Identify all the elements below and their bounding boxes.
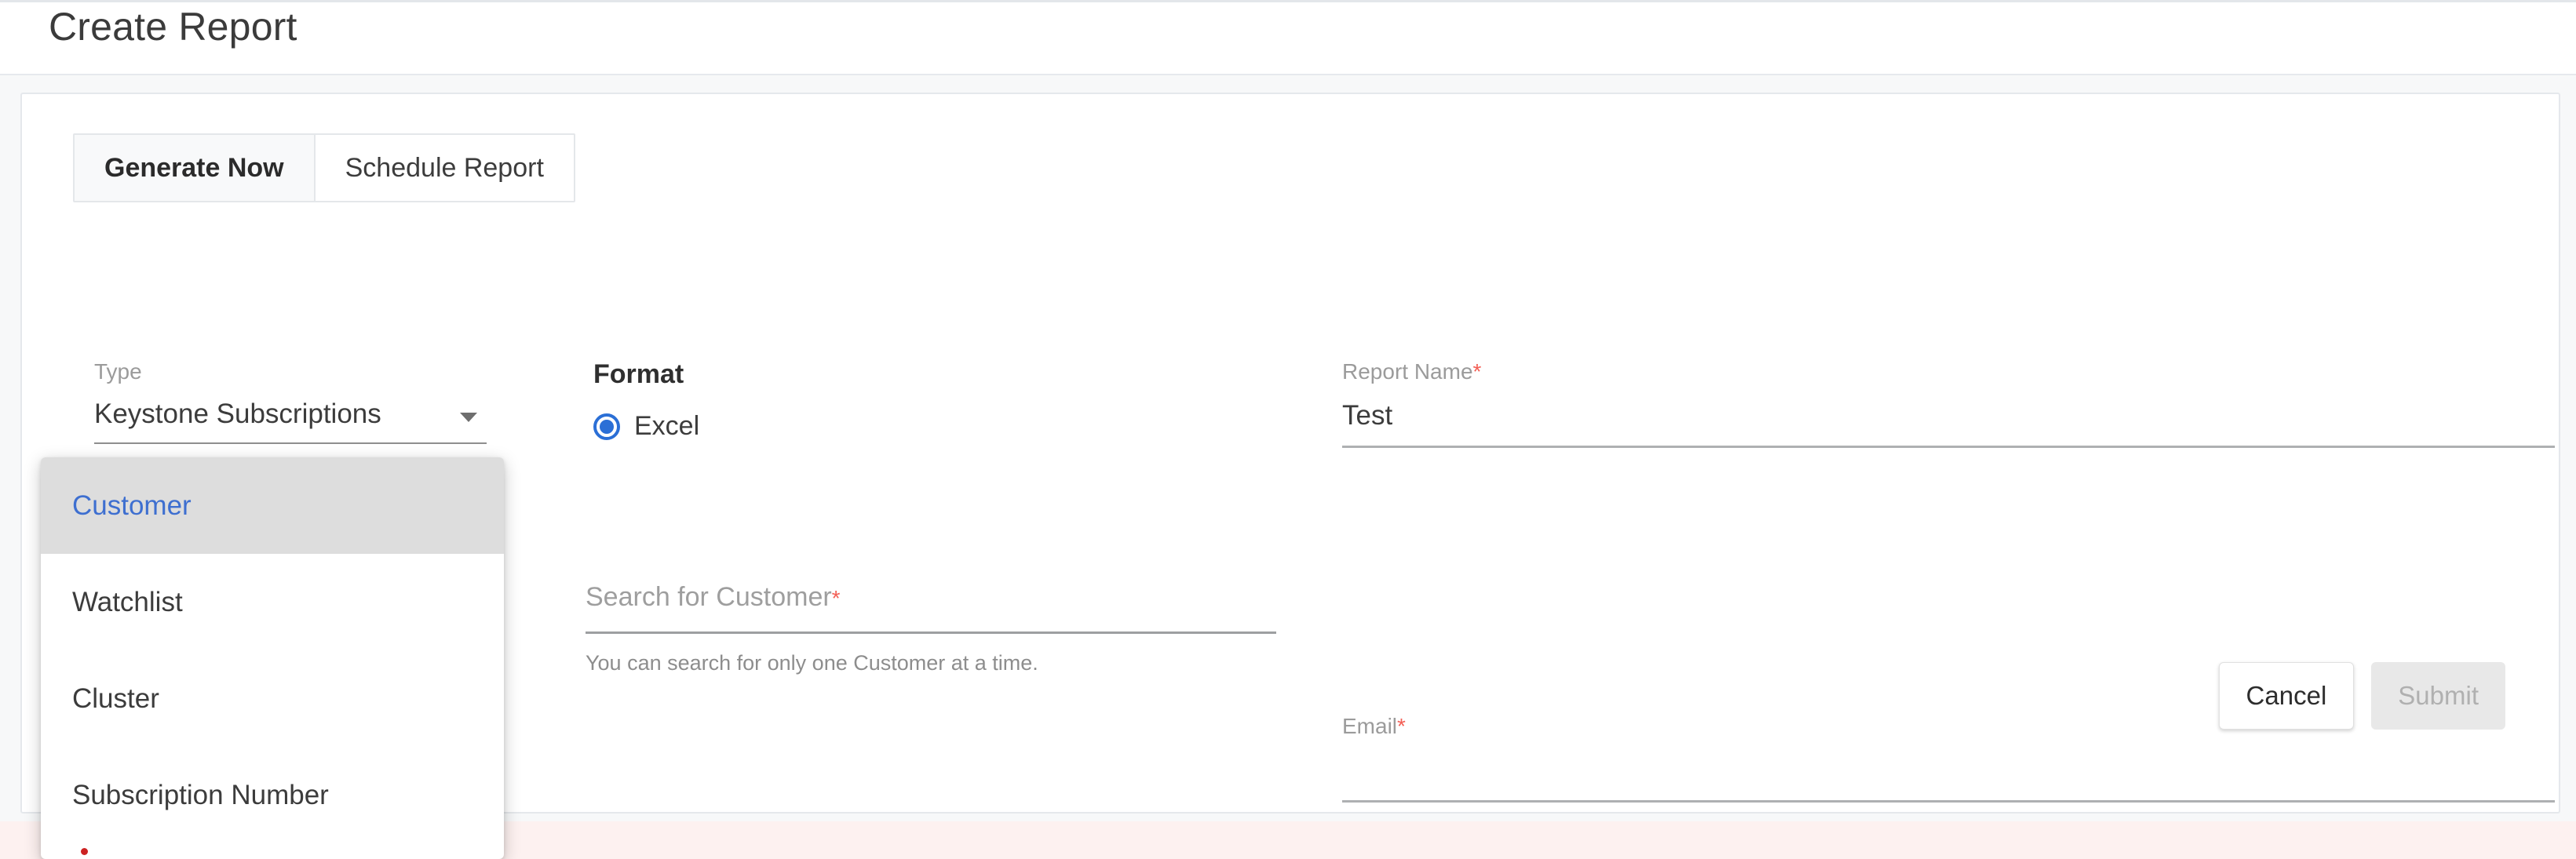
type-select[interactable]: Keystone Subscriptions xyxy=(94,399,487,445)
dropdown-option-watchlist[interactable]: Watchlist xyxy=(41,554,504,650)
required-asterisk: * xyxy=(831,586,841,610)
report-name-field-group: Report Name* Test xyxy=(1342,361,2555,448)
email-label-text: Email xyxy=(1342,714,1398,738)
radio-selected-icon xyxy=(593,413,620,440)
search-customer-label-text: Search for Customer xyxy=(586,582,832,612)
format-label: Format xyxy=(593,359,684,389)
required-asterisk-clipped xyxy=(81,848,88,855)
search-customer-input[interactable] xyxy=(586,632,1276,634)
page-title: Create Report xyxy=(49,5,297,49)
format-radio-excel[interactable]: Excel xyxy=(593,411,1033,442)
search-customer-label: Search for Customer* xyxy=(586,582,1276,613)
type-field-group: Type Keystone Subscriptions xyxy=(94,359,487,445)
tab-schedule-report[interactable]: Schedule Report xyxy=(313,135,574,201)
required-asterisk: * xyxy=(1397,714,1406,738)
chevron-down-icon xyxy=(460,413,477,422)
format-field-group: Format Excel xyxy=(593,361,1033,442)
dropdown-option-cluster[interactable]: Cluster xyxy=(41,650,504,747)
type-selected-value: Keystone Subscriptions xyxy=(94,399,381,429)
right-field-column: Report Name* Test Email* xyxy=(1342,361,2555,803)
form-actions: Cancel Submit xyxy=(2218,662,2505,730)
category-dropdown-menu: Customer Watchlist Cluster Subscription … xyxy=(41,457,504,859)
required-asterisk: * xyxy=(1472,359,1482,384)
dropdown-option-subscription-number[interactable]: Subscription Number xyxy=(41,747,504,843)
tab-generate-now[interactable]: Generate Now xyxy=(75,135,314,201)
search-customer-field-group: Search for Customer* You can search for … xyxy=(586,582,1276,675)
report-mode-tabs: Generate Now Schedule Report xyxy=(73,133,575,202)
type-label: Type xyxy=(94,359,142,384)
email-underline xyxy=(1342,800,2555,803)
cancel-button[interactable]: Cancel xyxy=(2218,662,2355,730)
report-name-label-text: Report Name xyxy=(1342,359,1473,384)
dropdown-option-customer[interactable]: Customer xyxy=(41,457,504,554)
format-radio-label: Excel xyxy=(634,411,700,441)
report-name-underline xyxy=(1342,446,2555,448)
report-name-label: Report Name* xyxy=(1342,361,2555,383)
report-name-input[interactable]: Test xyxy=(1342,400,2555,433)
page-header: Create Report xyxy=(0,2,2576,75)
email-input[interactable] xyxy=(1342,755,2555,788)
submit-button: Submit xyxy=(2371,662,2505,730)
search-customer-hint: You can search for only one Customer at … xyxy=(586,651,1038,675)
